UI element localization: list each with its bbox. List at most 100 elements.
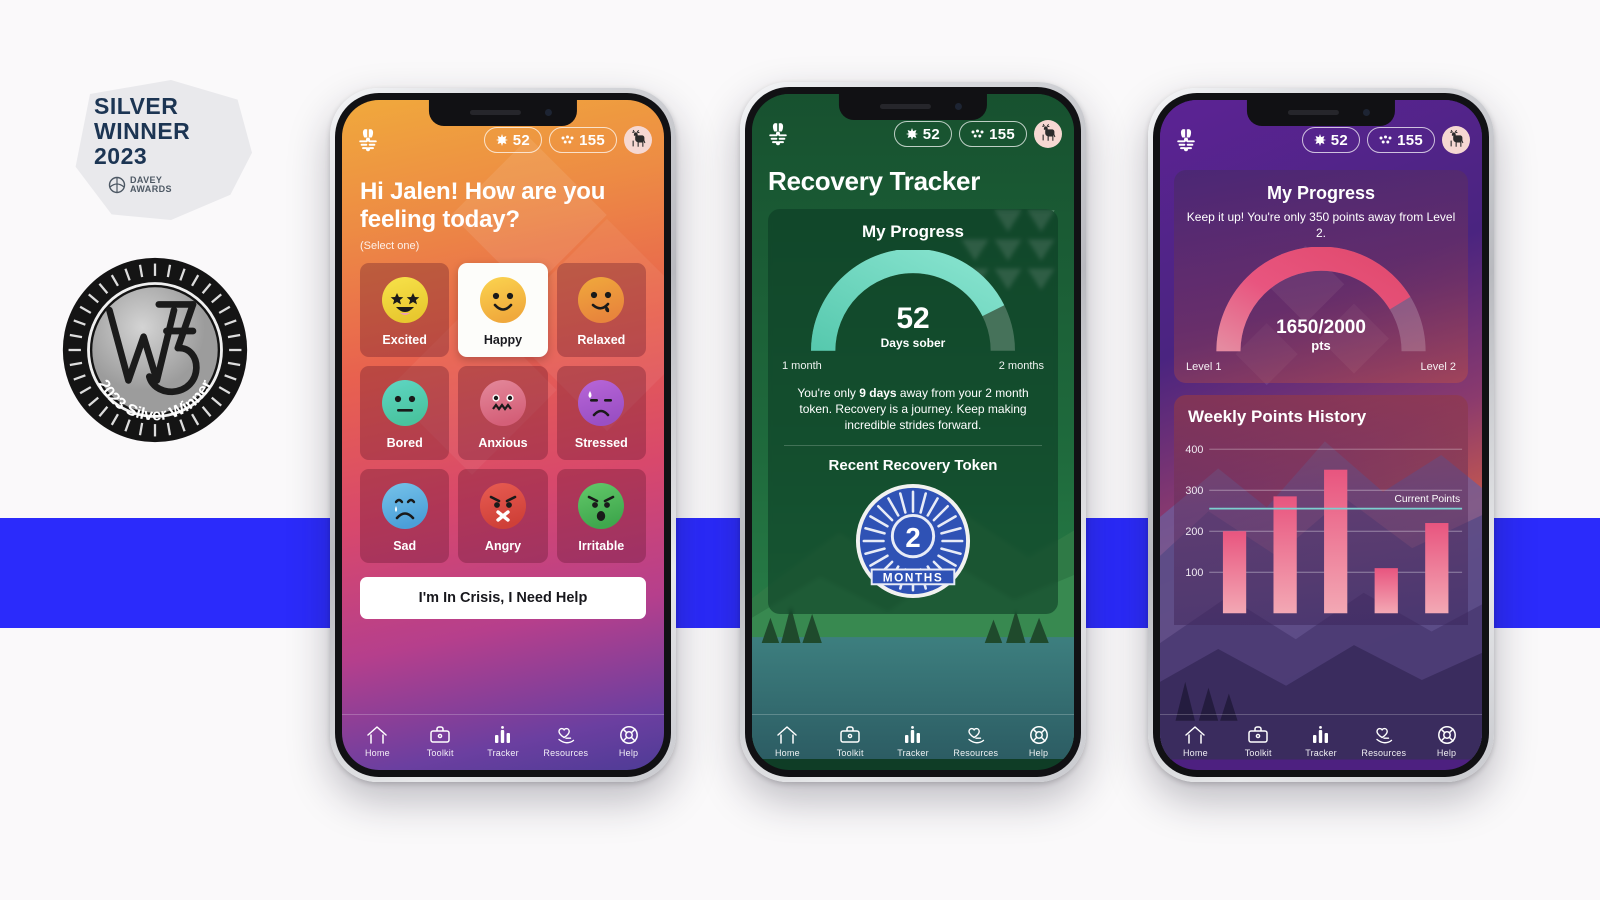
points-badge[interactable]: 155 [549,127,617,153]
mood-option-anxious[interactable]: Anxious [458,366,548,460]
nav-item-resources[interactable]: Resources [1352,724,1415,758]
mood-option-label: Bored [386,436,423,450]
current-points-label: Current Points [1395,494,1461,505]
points-badge[interactable]: 155 [959,121,1027,147]
nav-item-help[interactable]: Help [1415,724,1478,758]
nav-item-tracker[interactable]: Tracker [882,724,945,758]
butterfly-logo-icon [1177,129,1195,152]
screen-mood-checkin: 52 155 Hi Jalen! How are you feeling tod… [342,100,664,770]
nav-item-label: Home [364,747,390,758]
mood-option-label: Stressed [574,436,628,450]
nav-item-tracker[interactable]: Tracker [472,724,535,758]
mood-option-sad[interactable]: Sad [360,469,450,563]
nav-item-home[interactable]: Home [346,724,409,758]
nav-item-label: Help [1436,747,1457,758]
mood-option-irritable[interactable]: Irritable [556,469,646,563]
points-card-title: My Progress [1266,183,1376,203]
message-highlight: 9 days [859,386,897,400]
points-value: 155 [579,131,605,149]
notch-speaker [470,110,521,115]
mood-face-tear-frown-icon [381,483,428,529]
points-gauge-unit: pts [1311,338,1331,353]
avatar[interactable] [1442,126,1470,154]
nav-item-label: Tracker [1305,747,1337,758]
deer-avatar-icon [632,129,646,147]
bottom-navigation: Home Toolkit Tracker Resources Help [752,714,1074,770]
nav-item-label: Toolkit [1244,747,1272,758]
dots-cluster-icon [1379,135,1392,143]
nav-item-home[interactable]: Home [1164,724,1227,758]
phone-mockup-points: 52 155 My Progress Keep it up! You're on… [1148,88,1494,782]
help-lifebuoy-icon [619,725,638,744]
crisis-help-button[interactable]: I'm In Crisis, I Need Help [360,577,646,619]
recovery-token[interactable]: 2 MONTHS [782,482,1044,600]
phone-notch [428,100,578,126]
avatar[interactable] [1034,120,1062,148]
screen-my-progress-points: 52 155 My Progress Keep it up! You're on… [1160,100,1482,770]
davey-award-badge: SILVER WINNER 2023 DAVEY AWARDS [72,80,252,220]
days-sober-unit: Days sober [880,336,946,350]
bar [1273,496,1297,614]
notch-camera [544,109,552,116]
screen-recovery-tracker: 52 155 Recovery Tracker My Progress 52 D… [752,94,1074,770]
mood-option-excited[interactable]: Excited [360,263,450,357]
y-axis-tick-label: 300 [1185,485,1203,497]
home-icon [367,725,388,744]
streak-badge[interactable]: 52 [1301,127,1361,153]
mood-option-label: Excited [382,333,427,347]
davey-awards-logo: DAVEY AWARDS [108,176,172,194]
mood-option-angry[interactable]: Angry [458,469,548,563]
mood-option-happy[interactable]: Happy [458,263,548,357]
nav-item-tracker[interactable]: Tracker [1290,724,1353,758]
nav-item-label: Toolkit [836,747,864,758]
points-badge[interactable]: 155 [1367,127,1435,153]
streak-badge[interactable]: 52 [483,127,543,153]
notch-speaker [1288,110,1339,115]
nav-item-toolkit[interactable]: Toolkit [1227,724,1290,758]
nav-item-help[interactable]: Help [1007,724,1070,758]
mood-option-bored[interactable]: Bored [360,366,450,460]
phone-mockup-recovery: 52 155 Recovery Tracker My Progress 52 D… [740,82,1086,782]
nav-item-resources[interactable]: Resources [534,724,597,758]
mood-option-label: Angry [484,539,522,553]
nav-item-home[interactable]: Home [756,724,819,758]
avatar[interactable] [624,126,652,154]
bar [1222,531,1247,614]
nav-item-help[interactable]: Help [597,724,660,758]
nav-item-resources[interactable]: Resources [944,724,1007,758]
points-value: 155 [1397,131,1423,149]
mood-face-smile-icon [479,277,526,323]
dots-cluster-icon [971,129,984,137]
bottom-navigation: Home Toolkit Tracker Resources Help [1160,714,1482,770]
points-gauge-value: 1650/2000 [1276,317,1366,338]
recovery-content: Recovery Tracker My Progress 52 Days sob… [752,156,1074,614]
phone-mockup-mood: 52 155 Hi Jalen! How are you feeling tod… [330,88,676,782]
deer-avatar-icon [1042,123,1056,141]
toolkit-briefcase-icon [1248,725,1268,743]
points-progress-card: My Progress Keep it up! You're only 350 … [1174,170,1468,383]
spark-icon [1313,134,1326,146]
greeting-heading: Hi Jalen! How are you feeling today? [360,178,606,233]
notch-speaker [880,104,931,109]
streak-badge[interactable]: 52 [893,121,953,147]
gauge-endpoint-labels: 1 month 2 months [782,360,1044,372]
notch-camera [1362,109,1370,116]
nav-item-toolkit[interactable]: Toolkit [409,724,472,758]
mood-option-relaxed[interactable]: Relaxed [556,263,646,357]
bar [1374,568,1398,614]
help-lifebuoy-icon [1029,725,1048,744]
mood-face-star-eyes-grin-icon [381,277,428,323]
mood-option-label: Irritable [578,539,625,553]
davey-globe-icon [108,176,126,194]
points-gauge-center: 1650/2000 pts [1186,317,1456,353]
weekly-points-bar-chart: 100 200 300 400 Current Points [1185,444,1463,614]
mood-option-stressed[interactable]: Stressed [556,366,646,460]
toolkit-briefcase-icon [430,725,450,743]
butterfly-logo-icon [769,123,787,146]
weekly-points-history-card: Weekly Points History 100 200 300 400 Curren… [1174,395,1468,625]
davey-badge-text: SILVER WINNER 2023 [94,94,234,169]
mood-option-label: Relaxed [577,333,626,347]
nav-item-toolkit[interactable]: Toolkit [819,724,882,758]
points-gauge: 1650/2000 pts [1186,246,1456,359]
resources-heart-hand-icon [1376,727,1392,743]
